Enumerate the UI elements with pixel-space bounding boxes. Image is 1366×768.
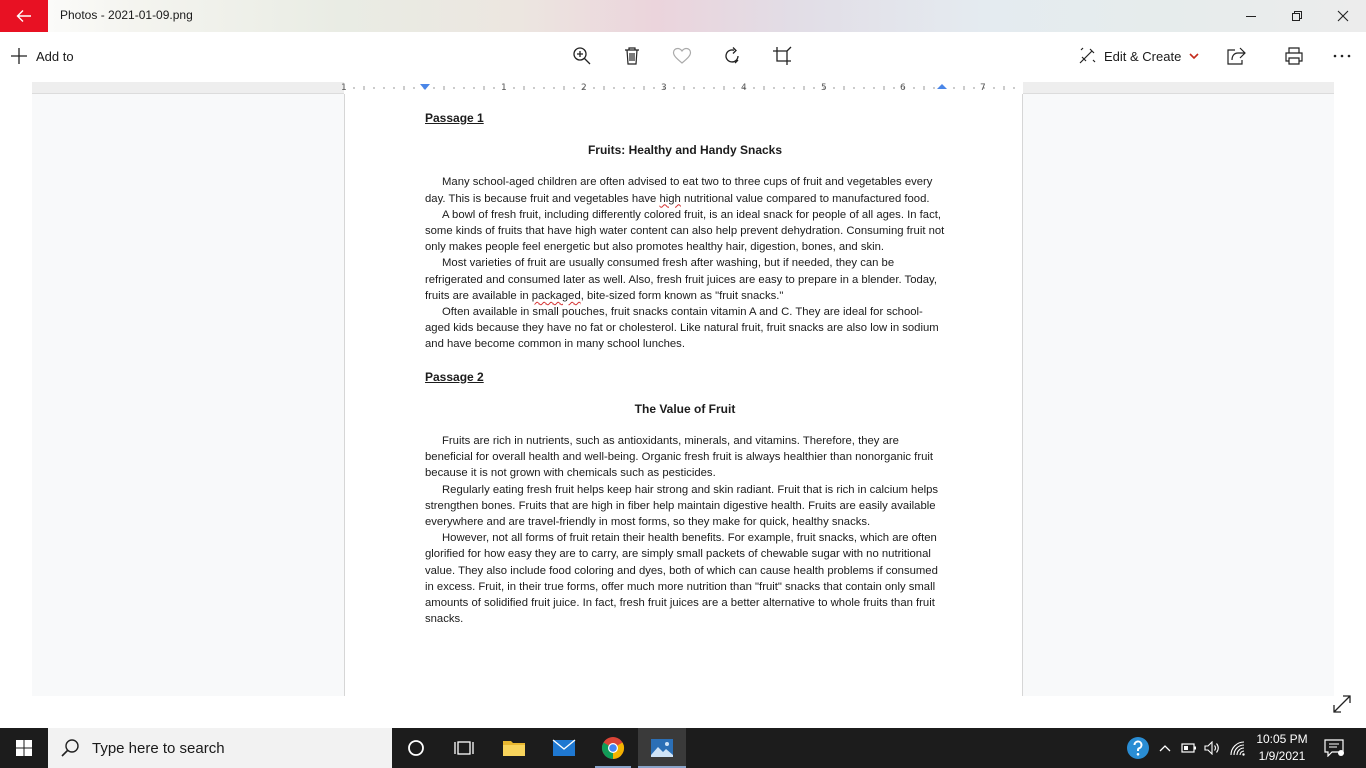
- photos-icon: [651, 739, 673, 757]
- back-button[interactable]: [0, 0, 48, 32]
- share-button[interactable]: [1224, 44, 1248, 68]
- notification-icon: [1324, 739, 1344, 757]
- folder-icon: [503, 741, 525, 756]
- clock-date: 1/9/2021: [1258, 749, 1306, 763]
- ruler-number: 4: [741, 83, 747, 93]
- add-to-button[interactable]: Add to: [10, 44, 74, 68]
- image-viewer[interactable]: 1 1 2 3 4 5 6 7 Passage 1 Fruits: Health…: [32, 82, 1334, 696]
- minimize-icon: [1246, 16, 1256, 17]
- cortana-icon: [408, 740, 424, 756]
- print-button[interactable]: [1282, 44, 1306, 68]
- delete-icon: [625, 47, 639, 65]
- minimize-button[interactable]: [1228, 0, 1274, 32]
- taskbar-search-box[interactable]: Type here to search: [48, 728, 392, 768]
- passage-1-label: Passage 1: [425, 111, 484, 125]
- file-explorer-button[interactable]: [490, 728, 538, 768]
- clock-time: 10:05 PM: [1256, 732, 1308, 746]
- ruler-number: 1: [501, 83, 507, 93]
- rotate-icon: [725, 47, 739, 64]
- passage-1-paragraph-3: Most varieties of fruit are usually cons…: [425, 255, 945, 304]
- task-view-button[interactable]: [440, 728, 488, 768]
- battery-tray-button[interactable]: [1178, 728, 1200, 768]
- action-center-button[interactable]: [1318, 728, 1350, 768]
- chrome-icon: [602, 737, 624, 759]
- task-view-icon: [454, 741, 474, 755]
- back-arrow-icon: [16, 10, 31, 22]
- passage-2-paragraph-3: However, not all forms of fruit retain t…: [425, 532, 938, 626]
- windows-logo-icon: [16, 740, 32, 756]
- spellcheck-word: high: [659, 192, 681, 205]
- full-screen-button[interactable]: [1330, 692, 1354, 716]
- start-button[interactable]: [0, 728, 48, 768]
- zoom-in-icon: [573, 47, 591, 65]
- rotate-button[interactable]: [720, 44, 744, 68]
- more-icon: [1333, 54, 1351, 58]
- chrome-button[interactable]: [589, 728, 637, 768]
- ruler-number: 5: [821, 83, 827, 93]
- network-icon: [1230, 741, 1245, 756]
- document-ruler: 1 1 2 3 4 5 6 7: [32, 82, 1334, 94]
- print-icon: [1285, 47, 1303, 65]
- passage-1-paragraph-4: Often available in small pouches, fruit …: [425, 306, 939, 351]
- ruler-number: 7: [980, 83, 986, 93]
- search-icon: [61, 739, 79, 757]
- cortana-button[interactable]: [392, 728, 440, 768]
- toolbar: Add to Edit & Create: [0, 32, 1366, 80]
- crop-button[interactable]: [770, 44, 794, 68]
- plus-icon: [11, 48, 27, 64]
- close-icon: [1337, 10, 1349, 22]
- mail-icon: [552, 739, 576, 756]
- close-button[interactable]: [1320, 0, 1366, 32]
- help-tray-button[interactable]: [1124, 728, 1152, 768]
- ruler-number: 6: [900, 83, 906, 93]
- volume-tray-button[interactable]: [1201, 728, 1223, 768]
- search-placeholder: Type here to search: [92, 739, 225, 757]
- mail-button[interactable]: [540, 728, 588, 768]
- battery-icon: [1181, 743, 1196, 753]
- edit-create-icon: [1079, 47, 1096, 64]
- help-icon: [1127, 737, 1149, 759]
- add-to-label: Add to: [36, 48, 74, 64]
- passage-2-label: Passage 2: [425, 369, 484, 384]
- heart-icon: [672, 47, 692, 64]
- ruler-number: 3: [661, 83, 667, 93]
- passage-1-paragraph-1: Many school-aged children are often advi…: [425, 174, 945, 206]
- zoom-in-button[interactable]: [570, 44, 594, 68]
- document-body: Passage 1 Fruits: Healthy and Handy Snac…: [425, 110, 945, 627]
- window-title: Photos - 2021-01-09.png: [60, 8, 193, 22]
- text-run: nutritional value compared to manufactur…: [680, 192, 930, 205]
- ruler-number: 1: [341, 83, 347, 93]
- ruler-number: 2: [581, 83, 587, 93]
- chevron-up-icon: [1159, 745, 1171, 752]
- crop-icon: [773, 46, 792, 65]
- restore-icon: [1292, 11, 1302, 21]
- restore-button[interactable]: [1274, 0, 1320, 32]
- document-page: Passage 1 Fruits: Healthy and Handy Snac…: [344, 94, 1023, 696]
- edit-create-label: Edit & Create: [1104, 48, 1182, 64]
- text-run: , bite-sized form known as "fruit snacks…: [580, 289, 784, 302]
- expand-icon: [1333, 695, 1351, 713]
- delete-button[interactable]: [620, 44, 644, 68]
- favorite-button[interactable]: [670, 44, 694, 68]
- photos-app-button[interactable]: [638, 728, 686, 768]
- ruler-ticks: [343, 82, 1023, 94]
- more-options-button[interactable]: [1330, 44, 1354, 68]
- taskbar-clock[interactable]: 10:05 PM 1/9/2021: [1246, 731, 1318, 765]
- title-bar: Photos - 2021-01-09.png: [0, 0, 1366, 32]
- edit-create-button[interactable]: Edit & Create: [1078, 44, 1199, 68]
- passage-1-paragraph-2: A bowl of fresh fruit, including differe…: [425, 208, 945, 254]
- show-hidden-icons-button[interactable]: [1154, 728, 1176, 768]
- passage-2-paragraph-1: Fruits are rich in nutrients, such as an…: [425, 435, 934, 480]
- chevron-down-icon: [1189, 53, 1199, 60]
- spellcheck-word: packaged: [531, 289, 581, 302]
- volume-icon: [1204, 741, 1219, 755]
- passage-1-title: Fruits: Healthy and Handy Snacks: [587, 143, 783, 158]
- taskbar: Type here to search 10:05 PM 1/9/2021: [0, 728, 1366, 768]
- passage-2-title: The Value of Fruit: [634, 401, 736, 416]
- passage-2-paragraph-2: Regularly eating fresh fruit helps keep …: [425, 483, 939, 529]
- share-icon: [1227, 47, 1246, 65]
